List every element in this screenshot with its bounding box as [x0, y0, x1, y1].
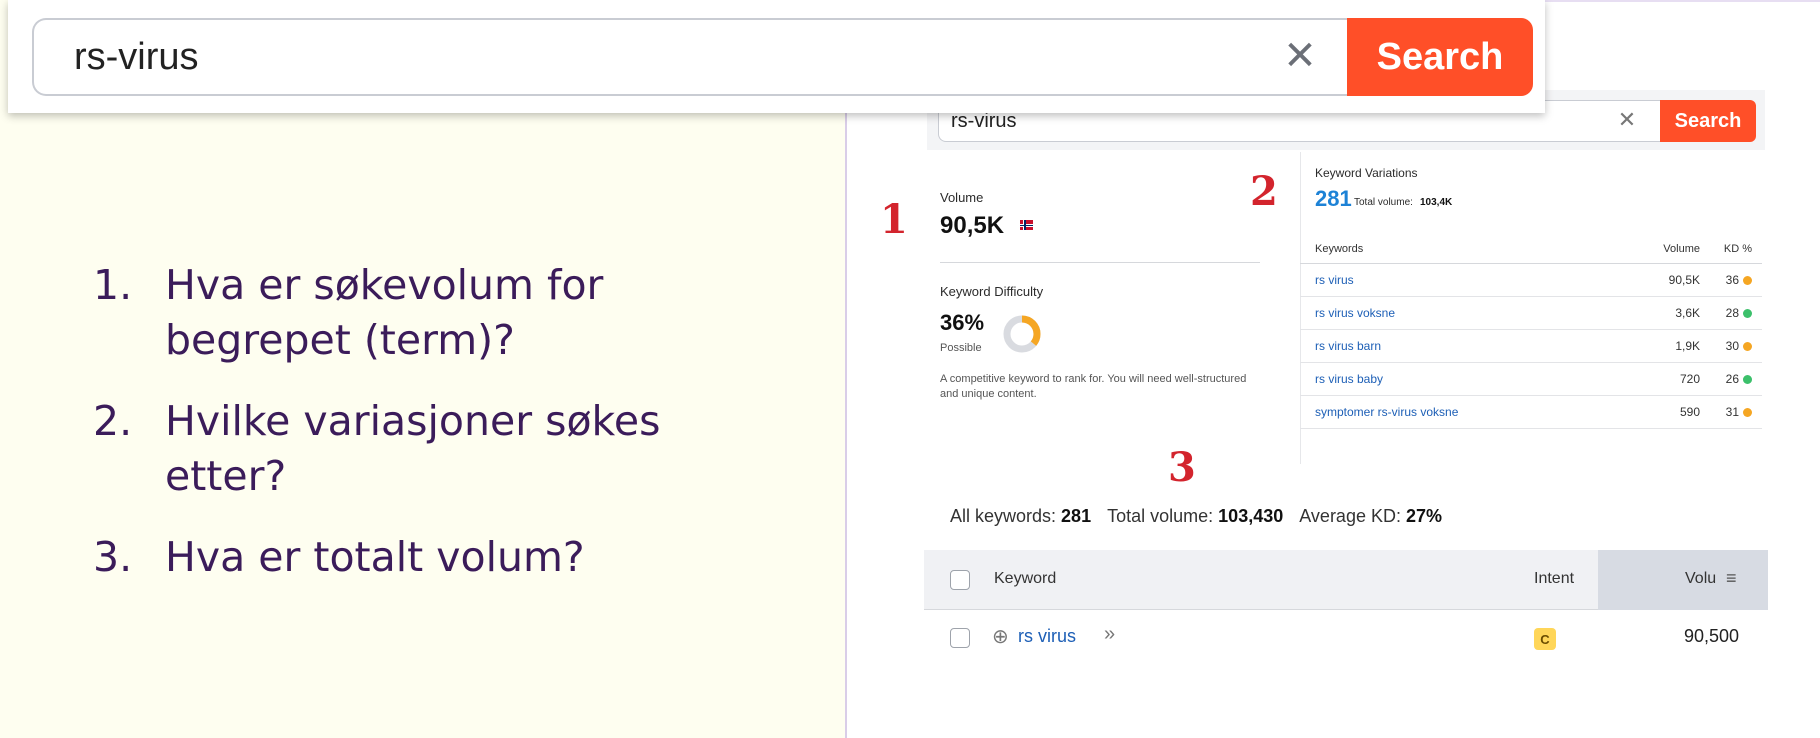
marker-three: 3 — [1168, 444, 1196, 491]
marker-two: 2 — [1250, 168, 1278, 215]
question-item: 2. Hvilke variasjoner søkes etter? — [93, 394, 733, 504]
variations-table-header: Keywords Volume KD % — [1300, 234, 1762, 264]
kd-dot-icon — [1743, 275, 1752, 285]
col-keyword[interactable]: Keyword — [994, 570, 1056, 588]
variation-kd-value: 26 — [1725, 372, 1739, 386]
kd-dot-icon — [1743, 374, 1752, 384]
variation-kd-value: 30 — [1725, 339, 1739, 353]
table-row: rs virus barn 1,9K 30 — [1300, 330, 1762, 363]
variations-label: Keyword Variations — [1315, 166, 1418, 180]
difficulty-value: 36% — [940, 310, 985, 335]
variation-keyword-link[interactable]: symptomer rs-virus voksne — [1300, 405, 1630, 419]
norway-flag-icon — [1020, 220, 1033, 230]
variation-volume: 90,5K — [1668, 273, 1700, 287]
summary-kd-label: Average KD: — [1299, 506, 1401, 526]
question-item: 1. Hva er søkevolum for begrepet (term)? — [93, 258, 733, 368]
volume-value: 90,5K — [940, 212, 1005, 239]
variations-table: Keywords Volume KD % rs virus 90,5K 36 r… — [1300, 234, 1762, 429]
zoomed-search-query: rs-virus — [74, 35, 199, 78]
add-keyword-icon[interactable]: ⊕ — [992, 624, 1009, 649]
variation-keyword-link[interactable]: rs virus barn — [1300, 339, 1630, 353]
variation-kd: 30 — [1700, 339, 1762, 353]
difficulty-level: Possible — [940, 342, 982, 354]
summary-total-value: 103,430 — [1218, 506, 1284, 526]
difficulty-label: Keyword Difficulty — [940, 284, 1044, 299]
question-number: 3. — [93, 533, 133, 581]
question-number: 2. — [93, 397, 133, 445]
expand-keyword-icon[interactable]: » — [1104, 623, 1115, 646]
summary-kd: Average KD: 27% — [1299, 506, 1442, 527]
select-all-checkbox[interactable] — [950, 570, 970, 590]
variations-total-label: Total volume: — [1354, 197, 1413, 208]
intent-badge: C — [1534, 628, 1556, 650]
summary-all-label: All keywords: — [950, 506, 1057, 526]
question-text: Hva er totalt volum? — [165, 533, 585, 581]
variation-kd-value: 36 — [1725, 273, 1739, 287]
summary-total-label: Total volume: — [1107, 506, 1214, 526]
volume-column-highlight — [1598, 550, 1768, 610]
variation-volume: 1,9K — [1675, 339, 1700, 353]
variation-volume: 3,6K — [1675, 306, 1700, 320]
variation-kd-value: 31 — [1725, 405, 1739, 419]
sort-icon[interactable]: ≡ — [1726, 568, 1737, 589]
keywords-summary: All keywords: 281 Total volume: 103,430 … — [950, 506, 1442, 527]
variation-kd: 31 — [1700, 405, 1762, 419]
kd-dot-icon — [1743, 308, 1752, 318]
zoomed-search-button[interactable]: Search — [1347, 18, 1533, 96]
question-text: Hvilke variasjoner søkes etter? — [165, 397, 661, 500]
summary-total: Total volume: 103,430 — [1107, 506, 1283, 527]
zoomed-clear-icon[interactable]: ✕ — [1278, 34, 1322, 78]
col-volume[interactable]: Volu — [1685, 570, 1716, 588]
result-keyword-link[interactable]: rs virus — [1018, 626, 1076, 647]
variations-col-volume: Volume — [1663, 242, 1700, 255]
variation-keyword-link[interactable]: rs virus baby — [1300, 372, 1630, 386]
table-row: rs virus voksne 3,6K 28 — [1300, 297, 1762, 330]
volume-divider — [940, 262, 1260, 263]
variation-kd: 36 — [1700, 273, 1762, 287]
zoomed-search-input[interactable]: rs-virus — [32, 18, 1347, 96]
table-row: symptomer rs-virus voksne 590 31 — [1300, 396, 1762, 429]
variations-col-kd: KD % — [1723, 242, 1752, 255]
summary-all: All keywords: 281 — [950, 506, 1091, 527]
summary-kd-value: 27% — [1406, 506, 1443, 526]
variations-total-value: 103,4K — [1420, 197, 1453, 208]
row-checkbox[interactable] — [950, 628, 970, 648]
zoomed-search-bar: rs-virus ✕ Search — [8, 0, 1545, 113]
results-table-header: Keyword Intent Volu ≡ — [924, 550, 1768, 610]
variation-kd-value: 28 — [1725, 306, 1739, 320]
panel-clear-icon[interactable]: ✕ — [1615, 108, 1639, 134]
table-row: ⊕ rs virus » C 90,500 — [924, 612, 1768, 668]
question-item: 3. Hva er totalt volum? — [93, 530, 733, 585]
kd-dot-icon — [1743, 341, 1752, 351]
kd-dot-icon — [1743, 407, 1752, 417]
variation-keyword-link[interactable]: rs virus voksne — [1300, 306, 1630, 320]
variation-keyword-link[interactable]: rs virus — [1300, 273, 1630, 287]
marker-one: 1 — [880, 196, 908, 243]
summary-all-value: 281 — [1061, 506, 1092, 526]
difficulty-donut-icon — [1003, 315, 1041, 353]
variation-kd: 28 — [1700, 306, 1762, 320]
table-row: rs virus 90,5K 36 — [1300, 264, 1762, 297]
table-row: rs virus baby 720 26 — [1300, 363, 1762, 396]
variations-col-keyword: Keywords — [1315, 242, 1364, 255]
variations-count[interactable]: 281 — [1315, 186, 1352, 212]
question-list: 1. Hva er søkevolum for begrepet (term)?… — [93, 258, 733, 611]
variation-kd: 26 — [1700, 372, 1762, 386]
difficulty-description: A competitive keyword to rank for. You w… — [940, 373, 1247, 400]
col-intent[interactable]: Intent — [1534, 570, 1574, 588]
result-volume: 90,500 — [1684, 626, 1740, 646]
question-number: 1. — [93, 261, 133, 309]
variation-volume: 590 — [1679, 405, 1700, 419]
panel-search-button[interactable]: Search — [1660, 100, 1756, 142]
question-text: Hva er søkevolum for begrepet (term)? — [165, 261, 604, 364]
variation-volume: 720 — [1679, 372, 1700, 386]
volume-label: Volume — [940, 190, 984, 205]
